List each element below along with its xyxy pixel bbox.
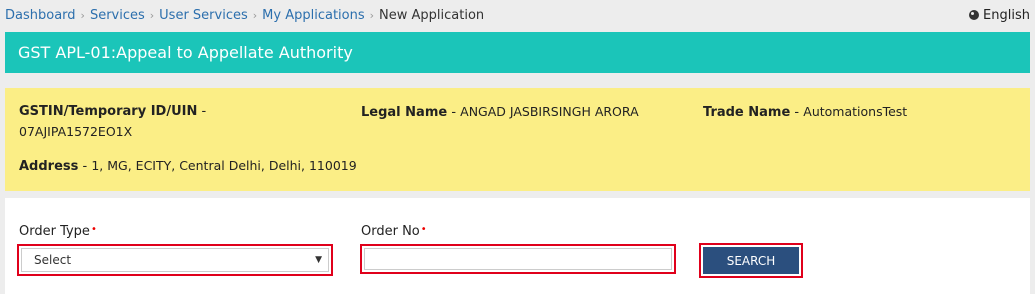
required-marker: • xyxy=(90,224,97,235)
caret-down-icon: ▼ xyxy=(315,255,322,265)
address-value: 1, MG, ECITY, Central Delhi, Delhi, 1100… xyxy=(91,158,357,173)
breadcrumb-current: New Application xyxy=(379,7,485,23)
gstin-label: GSTIN/Temporary ID/UIN xyxy=(19,104,198,119)
taxpayer-info-panel: GSTIN/Temporary ID/UIN - 07AJIPA1572EO1X… xyxy=(5,88,1030,191)
order-type-highlight: Select ▼ xyxy=(17,244,333,276)
order-type-selected-value: Select xyxy=(34,253,72,267)
globe-icon xyxy=(969,10,980,20)
breadcrumb: Dashboard › Services › User Services › M… xyxy=(5,5,484,25)
language-selector[interactable]: English xyxy=(969,5,1030,25)
order-no-label: Order No xyxy=(361,224,420,239)
breadcrumb-services[interactable]: Services xyxy=(90,8,145,23)
breadcrumb-separator-icon: › xyxy=(149,8,155,22)
gstin-value: 07AJIPA1572EO1X xyxy=(19,124,133,139)
order-no-input[interactable] xyxy=(364,248,672,270)
legal-name-value: ANGAD JASBIRSINGH ARORA xyxy=(460,104,639,119)
order-type-select[interactable]: Select ▼ xyxy=(21,248,329,272)
legal-name-label: Legal Name xyxy=(361,105,448,120)
language-label: English xyxy=(983,7,1030,23)
trade-name-field: Trade Name - AutomationsTest xyxy=(703,104,908,120)
order-type-label: Order Type xyxy=(19,224,90,239)
breadcrumb-my-applications[interactable]: My Applications xyxy=(262,8,364,23)
page-title: GST APL-01:Appeal to Appellate Authority xyxy=(18,43,353,62)
breadcrumb-separator-icon: › xyxy=(369,8,375,22)
legal-name-field: Legal Name - ANGAD JASBIRSINGH ARORA xyxy=(361,104,639,120)
trade-name-value: AutomationsTest xyxy=(803,104,908,119)
breadcrumb-separator-icon: › xyxy=(252,8,258,22)
required-marker: • xyxy=(420,224,427,235)
order-no-highlight xyxy=(360,244,676,274)
breadcrumb-separator-icon: › xyxy=(80,8,85,22)
address-label: Address xyxy=(19,159,79,174)
order-search-form: Order Type• Select ▼ Order No• SEARCH xyxy=(5,198,1030,294)
trade-name-label: Trade Name xyxy=(703,105,791,120)
gstin-field: GSTIN/Temporary ID/UIN - 07AJIPA1572EO1X xyxy=(19,104,207,139)
order-no-label-wrap: Order No• xyxy=(361,224,427,239)
address-field: Address - 1, MG, ECITY, Central Delhi, D… xyxy=(19,158,357,174)
search-button[interactable]: SEARCH xyxy=(703,247,799,274)
breadcrumb-dashboard[interactable]: Dashboard xyxy=(5,8,76,23)
order-type-label-wrap: Order Type• xyxy=(19,224,97,239)
breadcrumb-user-services[interactable]: User Services xyxy=(159,8,248,23)
page-title-bar: GST APL-01:Appeal to Appellate Authority xyxy=(5,32,1030,73)
search-button-highlight: SEARCH xyxy=(699,243,803,278)
